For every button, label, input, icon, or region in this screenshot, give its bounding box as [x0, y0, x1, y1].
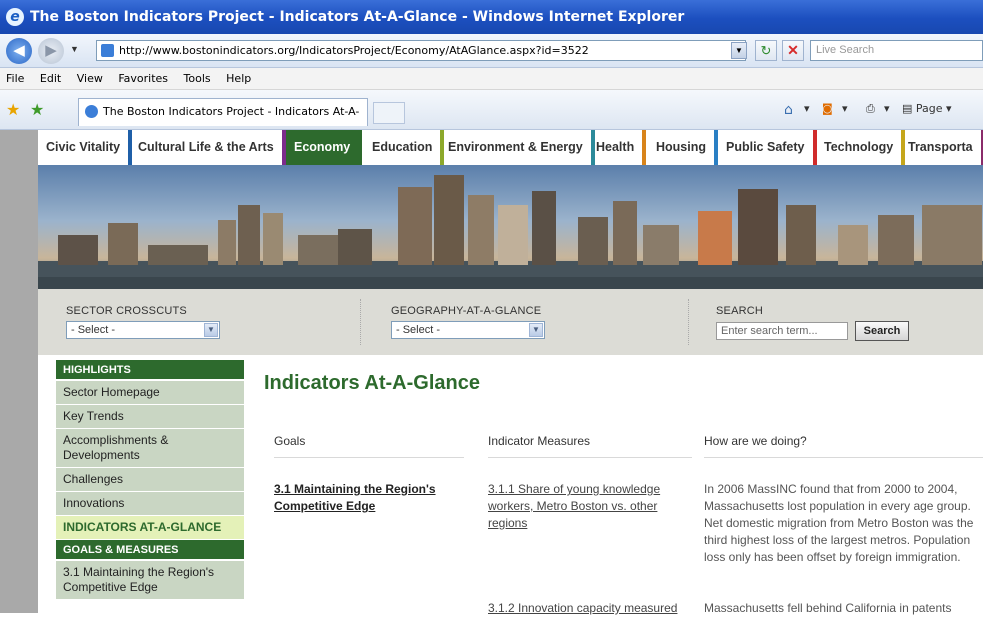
ie-logo-icon: e: [6, 8, 24, 26]
browser-tab[interactable]: The Boston Indicators Project - Indicato…: [78, 98, 368, 144]
measure-link-3-1-2[interactable]: 3.1.2 Innovation capacity measured: [488, 600, 688, 617]
sidebar-item-key-trends[interactable]: Key Trends: [56, 405, 244, 429]
menu-help[interactable]: Help: [220, 68, 257, 90]
column-header-doing: How are we doing?: [704, 434, 807, 448]
geography-label: GEOGRAPHY-AT-A-GLANCE: [391, 305, 542, 317]
window-title: The Boston Indicators Project - Indicato…: [30, 9, 685, 25]
tab-bar: ★ ★ The Boston Indicators Project - Indi…: [0, 90, 983, 144]
sector-nav: Civic Vitality Cultural Life & the Arts …: [38, 130, 983, 165]
tab-page-icon: [85, 105, 98, 118]
sector-crosscuts-value: - Select -: [71, 324, 116, 336]
column-rule: [488, 457, 692, 458]
feeds-dropdown-icon[interactable]: ▾: [842, 102, 848, 115]
nav-education[interactable]: Education: [364, 130, 445, 165]
menu-favorites[interactable]: Favorites: [112, 68, 174, 90]
nav-housing[interactable]: Housing: [648, 130, 718, 165]
column-header-measures: Indicator Measures: [488, 434, 591, 448]
nav-transportation[interactable]: Transporta: [900, 130, 983, 165]
tool-strip: SECTOR CROSSCUTS - Select - ▼ GEOGRAPHY-…: [38, 289, 983, 355]
menu-view[interactable]: View: [71, 68, 109, 90]
geography-select[interactable]: - Select - ▼: [391, 321, 545, 339]
sidebar-heading-goals: GOALS & MEASURES: [56, 540, 244, 561]
favorites-star-icon[interactable]: ★: [6, 100, 20, 120]
divider: [360, 299, 361, 345]
skyline-image: [38, 175, 983, 289]
home-dropdown-icon[interactable]: ▾: [804, 102, 810, 115]
sidebar: HIGHLIGHTS Sector Homepage Key Trends Ac…: [56, 360, 244, 613]
page-menu-icon: ▤: [902, 102, 913, 115]
refresh-button[interactable]: ↻: [755, 40, 777, 61]
site-search-input[interactable]: Enter search term...: [716, 322, 848, 340]
menu-file[interactable]: File: [0, 68, 30, 90]
window-titlebar: e The Boston Indicators Project - Indica…: [0, 0, 983, 34]
sidebar-item-indicators-at-a-glance[interactable]: INDICATORS AT-A-GLANCE: [56, 516, 244, 540]
feeds-icon[interactable]: ◙: [822, 102, 833, 115]
stop-button[interactable]: ✕: [782, 40, 804, 61]
column-rule: [704, 457, 983, 458]
address-dropdown-icon[interactable]: ▼: [731, 42, 747, 59]
search-button[interactable]: Search: [855, 321, 909, 341]
sidebar-item-goal-3-1[interactable]: 3.1 Maintaining the Region's Competitive…: [56, 561, 244, 600]
menu-edit[interactable]: Edit: [34, 68, 67, 90]
sector-crosscuts-select[interactable]: - Select - ▼: [66, 321, 220, 339]
nav-health[interactable]: Health: [588, 130, 647, 165]
address-url: http://www.bostonindicators.org/Indicato…: [119, 44, 589, 57]
home-icon[interactable]: ⌂: [784, 102, 793, 118]
page-viewport: Civic Vitality Cultural Life & the Arts …: [0, 130, 983, 615]
nav-public-safety[interactable]: Public Safety: [718, 130, 817, 165]
nav-economy[interactable]: Economy: [286, 130, 363, 165]
skyline-banner: [38, 165, 983, 289]
sidebar-item-accomplishments[interactable]: Accomplishments & Developments: [56, 429, 244, 468]
history-dropdown-icon[interactable]: ▼: [70, 44, 79, 54]
print-icon[interactable]: ⎙: [866, 102, 875, 116]
column-rule: [274, 457, 464, 458]
main-content: Indicators At-A-Glance Goals Indicator M…: [264, 360, 983, 615]
goal-link-3-1[interactable]: 3.1 Maintaining the Region's Competitive…: [274, 481, 464, 515]
page-menu-label: Page: [915, 102, 943, 115]
geography-value: - Select -: [396, 324, 441, 336]
column-header-goals: Goals: [274, 434, 306, 448]
sidebar-item-challenges[interactable]: Challenges: [56, 468, 244, 492]
measure-link-3-1-1[interactable]: 3.1.1 Share of young knowledge workers, …: [488, 481, 688, 532]
print-dropdown-icon[interactable]: ▾: [884, 102, 890, 115]
nav-civic-vitality[interactable]: Civic Vitality: [38, 130, 133, 165]
new-tab-button[interactable]: [373, 102, 405, 124]
status-text-3-1-2: Massachusetts fell behind California in …: [704, 601, 952, 615]
page-title: Indicators At-A-Glance: [264, 372, 480, 394]
search-label: SEARCH: [716, 305, 764, 317]
page-menu[interactable]: ▤ Page ▾: [902, 102, 952, 115]
address-bar[interactable]: http://www.bostonindicators.org/Indicato…: [96, 40, 746, 61]
nav-technology[interactable]: Technology: [816, 130, 906, 165]
site-container: Civic Vitality Cultural Life & the Arts …: [38, 130, 983, 615]
sidebar-heading-highlights: HIGHLIGHTS: [56, 360, 244, 381]
sidebar-item-sector-homepage[interactable]: Sector Homepage: [56, 381, 244, 405]
back-button[interactable]: ◀: [6, 38, 32, 64]
page-icon: [101, 44, 114, 57]
forward-button[interactable]: ▶: [38, 38, 64, 64]
add-favorite-icon[interactable]: ★: [30, 100, 44, 120]
status-text-3-1-1: In 2006 MassINC found that from 2000 to …: [704, 482, 974, 564]
divider: [688, 299, 689, 345]
sector-crosscuts-label: SECTOR CROSSCUTS: [66, 305, 187, 317]
nav-cultural-life[interactable]: Cultural Life & the Arts: [130, 130, 286, 165]
nav-environment-energy[interactable]: Environment & Energy: [440, 130, 595, 165]
menu-tools[interactable]: Tools: [178, 68, 217, 90]
chevron-down-icon: ▼: [204, 323, 218, 337]
navigation-bar: ◀ ▶ ▼ http://www.bostonindicators.org/In…: [0, 34, 983, 68]
chevron-down-icon: ▼: [529, 323, 543, 337]
sidebar-item-innovations[interactable]: Innovations: [56, 492, 244, 516]
live-search-input[interactable]: Live Search: [810, 40, 983, 61]
menu-bar: File Edit View Favorites Tools Help: [0, 68, 983, 90]
